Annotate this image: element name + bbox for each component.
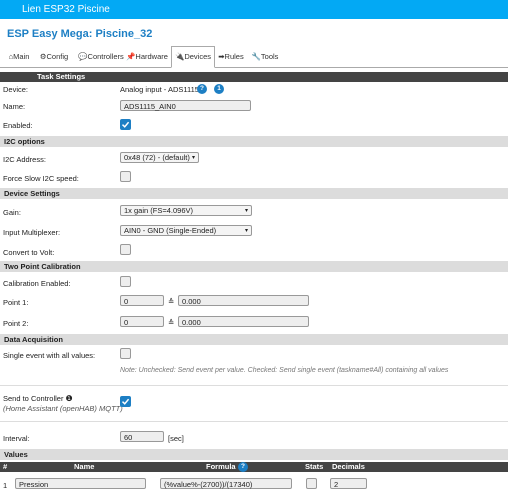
window-title: Lien ESP32 Piscine: [22, 4, 110, 15]
tab-config[interactable]: ⚙Config: [36, 47, 72, 66]
point2-adc-input[interactable]: 0: [120, 316, 164, 327]
interval-input[interactable]: 60: [120, 431, 164, 442]
interval-unit: [sec]: [168, 434, 184, 443]
point1-adc-input[interactable]: 0: [120, 295, 164, 306]
check-icon: [121, 398, 130, 405]
info-icon: ❶: [65, 394, 73, 403]
force-slow-checkbox[interactable]: [120, 171, 131, 182]
calibration-enabled-checkbox[interactable]: [120, 276, 131, 287]
device-settings-header: Device Settings: [0, 188, 508, 199]
device-label: Device:: [3, 85, 29, 94]
tab-label: Devices: [184, 52, 212, 61]
tab-rules[interactable]: ➡Rules: [216, 47, 246, 66]
tab-devices[interactable]: 🔌Devices: [171, 46, 215, 68]
help-badge[interactable]: ?: [197, 84, 207, 94]
send-controller-checkbox[interactable]: [120, 396, 131, 407]
convert-volt-checkbox[interactable]: [120, 244, 131, 255]
equals-icon: ≙: [168, 297, 175, 306]
calibration-enabled-label: Calibration Enabled:: [3, 279, 71, 288]
point2-value-input[interactable]: 0.000: [178, 316, 309, 327]
single-event-checkbox[interactable]: [120, 348, 131, 359]
value-stats-checkbox[interactable]: [306, 478, 317, 489]
single-event-note: Note: Unchecked: Send event per value. C…: [120, 367, 449, 374]
plug-icon: 🔌: [174, 52, 185, 61]
i2c-address-label: I2C Address:: [3, 155, 46, 164]
section-title: Two Point Calibration: [4, 262, 81, 271]
pin-icon: 📌: [126, 52, 136, 61]
tab-main[interactable]: ⌂Main: [4, 47, 34, 66]
data-acquisition-header: Data Acquisition: [0, 334, 508, 345]
tab-tools[interactable]: 🔧Tools: [250, 47, 280, 66]
chevron-down-icon: ▾: [244, 228, 248, 234]
single-event-label: Single event with all values:: [3, 351, 96, 360]
section-title: Device Settings: [4, 189, 60, 198]
send-to-controller-sub: (Home Assistant (openHAB) MQTT): [3, 404, 123, 413]
values-table-header: # Name Formula ? Stats Decimals: [0, 462, 508, 472]
value-decimals-input[interactable]: 2: [330, 478, 367, 489]
point1-value-input[interactable]: 0.000: [178, 295, 309, 306]
chevron-down-icon: ▾: [191, 155, 195, 161]
force-slow-label: Force Slow I2C speed:: [3, 174, 79, 183]
tab-label: Hardware: [135, 52, 168, 61]
tab-controllers[interactable]: 💬Controllers: [73, 47, 129, 66]
point2-label: Point 2:: [3, 319, 29, 328]
section-title: Task Settings: [37, 72, 86, 81]
device-value: Analog input - ADS1115: [120, 85, 199, 94]
multiplexer-label: Input Multiplexer:: [3, 228, 61, 237]
page-title[interactable]: ESP Easy Mega: Piscine_32: [7, 28, 152, 40]
gain-label: Gain:: [3, 208, 21, 217]
divider: [0, 421, 508, 422]
column-decimals: Decimals: [332, 462, 365, 471]
check-icon: [121, 121, 130, 128]
row-num: 1: [3, 481, 8, 490]
select-value: AIN0 - GND (Single-Ended): [124, 226, 217, 235]
divider: [0, 385, 508, 386]
equals-icon: ≙: [168, 318, 175, 327]
gear-icon: ⚙: [39, 52, 47, 61]
formula-help-badge[interactable]: ?: [238, 462, 248, 472]
enabled-checkbox[interactable]: [120, 119, 131, 130]
multiplexer-select[interactable]: AIN0 - GND (Single-Ended) ▾: [120, 225, 252, 236]
wrench-icon: 🔧: [251, 52, 261, 61]
tab-hardware[interactable]: 📌Hardware: [125, 47, 169, 66]
section-title: Values: [4, 450, 28, 459]
convert-volt-label: Convert to Volt:: [3, 248, 55, 257]
tab-label: Main: [13, 52, 30, 61]
value-formula-input[interactable]: (%value%-(2700))/(17340): [160, 478, 292, 489]
value-name-input[interactable]: Pression: [15, 478, 146, 489]
i2c-address-select[interactable]: 0x48 (72) - (default) ▾: [120, 152, 199, 163]
column-num: #: [3, 462, 8, 471]
enabled-label: Enabled:: [3, 121, 33, 130]
column-name: Name: [74, 462, 95, 471]
section-title: Data Acquisition: [4, 335, 63, 344]
interval-label: Interval:: [3, 434, 30, 443]
send-to-controller-label: Send to Controller ❶: [3, 394, 73, 403]
i2c-options-header: I2C options: [0, 136, 508, 147]
task-settings-header: Task Settings: [0, 72, 508, 82]
column-stats: Stats: [305, 462, 324, 471]
tab-label: Tools: [260, 52, 279, 61]
tab-bar: ⌂Main ⚙Config 💬Controllers 📌Hardware 🔌De…: [0, 45, 508, 68]
select-value: 0x48 (72) - (default): [124, 153, 190, 162]
select-value: 1x gain (FS=4.096V): [124, 206, 193, 215]
calibration-header: Two Point Calibration: [0, 261, 508, 272]
point1-label: Point 1:: [3, 298, 29, 307]
name-label: Name:: [3, 102, 26, 111]
tab-label: Rules: [224, 52, 244, 61]
name-input[interactable]: ADS1115_AIN0: [120, 100, 251, 111]
section-title: I2C options: [4, 137, 45, 146]
tab-label: Config: [46, 52, 69, 61]
chevron-down-icon: ▾: [244, 208, 248, 214]
gain-select[interactable]: 1x gain (FS=4.096V) ▾: [120, 205, 252, 216]
column-formula: Formula: [206, 462, 236, 471]
window-title-bar: Lien ESP32 Piscine: [0, 0, 508, 19]
values-header: Values: [0, 449, 508, 460]
info-badge[interactable]: 1: [214, 84, 224, 94]
tab-label: Controllers: [87, 52, 124, 61]
send-label-text: Send to Controller: [3, 394, 64, 403]
speech-bubble-icon: 💬: [78, 52, 88, 61]
